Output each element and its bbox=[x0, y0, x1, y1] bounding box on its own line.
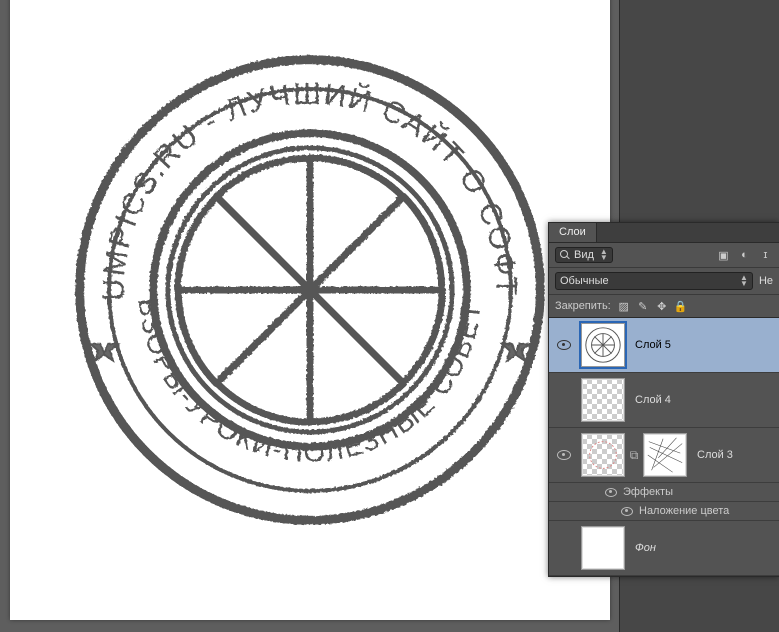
layer-thumbnail[interactable] bbox=[581, 323, 625, 367]
stamp-artwork: LUMPICS.RU - ЛУЧШИЙ САЙТ О СОФТЕ ОБЗОРЫ-… bbox=[65, 45, 555, 535]
layer-name[interactable]: Фон bbox=[627, 542, 779, 554]
filter-adjust-icon[interactable]: ◐ bbox=[737, 248, 752, 263]
document-canvas[interactable]: LUMPICS.RU - ЛУЧШИЙ САЙТ О СОФТЕ ОБЗОРЫ-… bbox=[10, 0, 610, 620]
stepper-arrows-icon: ▲▼ bbox=[740, 275, 748, 287]
filter-label: Вид bbox=[574, 249, 594, 261]
stepper-arrows-icon: ▲▼ bbox=[600, 249, 608, 261]
effect-name: Наложение цвета bbox=[639, 505, 729, 517]
layer-thumbnail[interactable] bbox=[581, 526, 625, 570]
layer-row-4[interactable]: Слой 4 bbox=[549, 373, 779, 428]
blend-mode-value: Обычные bbox=[560, 275, 609, 287]
layer-link-icon[interactable]: ⧉ bbox=[627, 448, 641, 463]
layer-name[interactable]: Слой 4 bbox=[627, 394, 779, 406]
lock-row: Закрепить: ▨ ✎ ✥ 🔒 bbox=[549, 295, 779, 318]
visibility-toggle-icon[interactable] bbox=[557, 450, 571, 460]
lock-transparency-icon[interactable]: ▨ bbox=[617, 299, 631, 313]
layer-list: Слой 5 Слой 4 ⧉ Слой 3 Эффе bbox=[549, 318, 779, 576]
visibility-toggle-icon[interactable] bbox=[621, 507, 633, 516]
filter-type-icon[interactable]: ɪ bbox=[758, 248, 773, 263]
layer-row-3[interactable]: ⧉ Слой 3 bbox=[549, 428, 779, 483]
layers-panel: Слои Вид ▲▼ ▣ ◐ ɪ Обычные ▲▼ Не Закрепит… bbox=[548, 222, 779, 577]
blend-mode-row: Обычные ▲▼ Не bbox=[549, 268, 779, 295]
lock-position-icon[interactable]: ✥ bbox=[655, 299, 669, 313]
layer-row-bg[interactable]: Фон bbox=[549, 521, 779, 576]
lock-pixels-icon[interactable]: ✎ bbox=[636, 299, 650, 313]
layer-mask-thumbnail[interactable] bbox=[643, 433, 687, 477]
layer-filter-row: Вид ▲▼ ▣ ◐ ɪ bbox=[549, 243, 779, 268]
layer-effects-header[interactable]: Эффекты bbox=[549, 483, 779, 502]
layer-effect-item[interactable]: Наложение цвета bbox=[549, 502, 779, 521]
panel-tabs: Слои bbox=[549, 223, 779, 243]
layer-name[interactable]: Слой 5 bbox=[627, 339, 779, 351]
stamp-top-text: LUMPICS.RU - ЛУЧШИЙ САЙТ О СОФТЕ bbox=[65, 45, 523, 301]
filter-image-icon[interactable]: ▣ bbox=[716, 248, 731, 263]
opacity-label: Не bbox=[759, 275, 773, 287]
tab-layers[interactable]: Слои bbox=[549, 223, 597, 242]
layer-row-5[interactable]: Слой 5 bbox=[549, 318, 779, 373]
visibility-toggle-icon[interactable] bbox=[605, 488, 617, 497]
layer-filter-dropdown[interactable]: Вид ▲▼ bbox=[555, 247, 613, 263]
layer-name[interactable]: Слой 3 bbox=[689, 449, 779, 461]
visibility-toggle-icon[interactable] bbox=[557, 340, 571, 350]
layer-thumbnail[interactable] bbox=[581, 378, 625, 422]
lock-all-icon[interactable]: 🔒 bbox=[674, 299, 688, 313]
layer-thumbnail[interactable] bbox=[581, 433, 625, 477]
lock-label: Закрепить: bbox=[555, 300, 611, 312]
search-icon bbox=[560, 250, 570, 260]
svg-text:LUMPICS.RU - ЛУЧШИЙ САЙТ О СОФ: LUMPICS.RU - ЛУЧШИЙ САЙТ О СОФТЕ bbox=[65, 45, 523, 301]
blend-mode-dropdown[interactable]: Обычные ▲▼ bbox=[555, 272, 753, 290]
canvas-area[interactable]: LUMPICS.RU - ЛУЧШИЙ САЙТ О СОФТЕ ОБЗОРЫ-… bbox=[0, 0, 620, 632]
effects-label: Эффекты bbox=[623, 486, 673, 498]
